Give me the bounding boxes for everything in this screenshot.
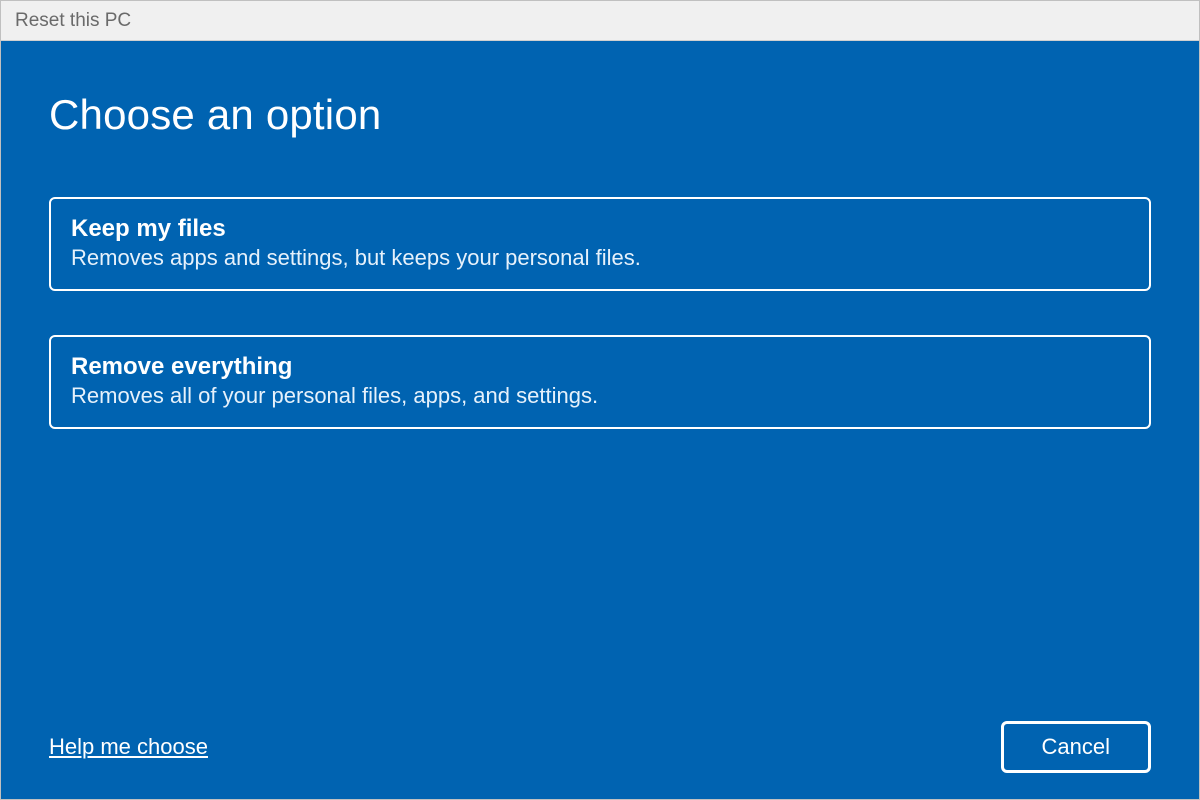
- window-title: Reset this PC: [15, 10, 131, 32]
- option-keep-my-files[interactable]: Keep my files Removes apps and settings,…: [49, 197, 1151, 291]
- help-me-choose-link[interactable]: Help me choose: [49, 734, 208, 760]
- page-heading: Choose an option: [49, 91, 1151, 139]
- option-description: Removes apps and settings, but keeps you…: [71, 245, 1129, 271]
- footer: Help me choose Cancel: [49, 721, 1151, 773]
- option-remove-everything[interactable]: Remove everything Removes all of your pe…: [49, 335, 1151, 429]
- content-area: Choose an option Keep my files Removes a…: [1, 41, 1199, 799]
- option-title: Remove everything: [71, 353, 1129, 381]
- option-description: Removes all of your personal files, apps…: [71, 383, 1129, 409]
- cancel-button[interactable]: Cancel: [1001, 721, 1151, 773]
- title-bar: Reset this PC: [1, 1, 1199, 41]
- option-title: Keep my files: [71, 215, 1129, 243]
